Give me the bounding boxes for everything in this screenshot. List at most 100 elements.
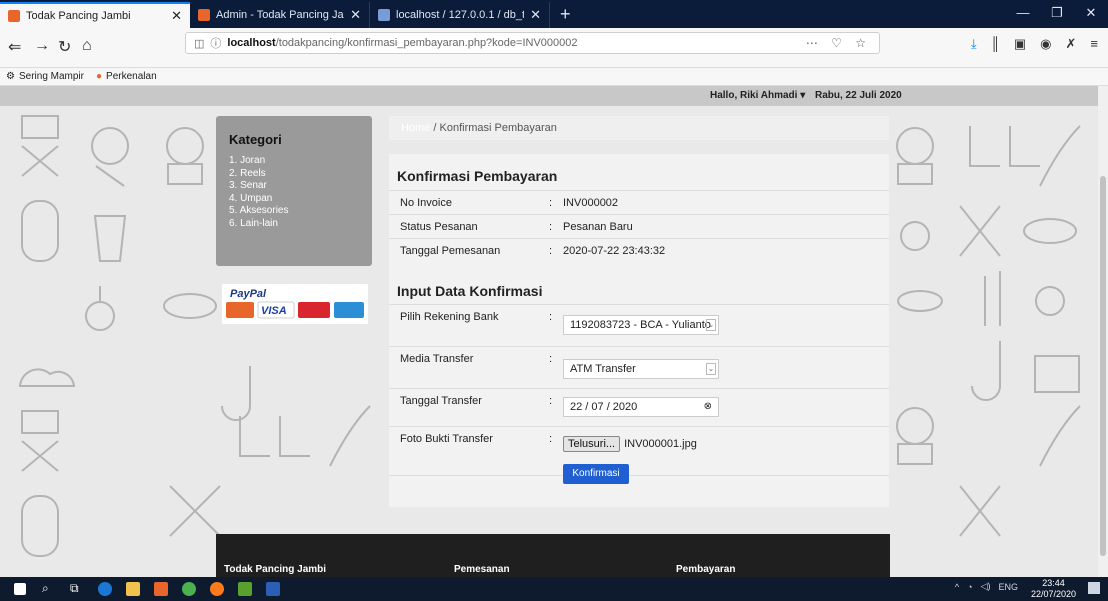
kategori-panel: Kategori 1. Joran 2. Reels 3. Senar 4. U… [216,116,372,266]
close-window-icon[interactable]: ✕ [1074,0,1108,28]
clock-date: 22/07/2020 [1030,589,1076,599]
search-icon[interactable]: ⌕ [42,581,56,595]
back-icon[interactable]: ⇐ [8,37,21,57]
browse-button[interactable]: Telusuri... [563,436,621,452]
account-icon[interactable]: ◉ [1040,36,1051,52]
invoice-value: INV000002 [563,197,619,209]
chrome-icon[interactable] [182,582,196,596]
kategori-item-senar[interactable]: 3. Senar [229,180,372,193]
konfirmasi-submit-button[interactable]: Konfirmasi [563,464,629,484]
footer-brand: Todak Pancing Jambi [224,564,327,575]
chevron-up-icon[interactable]: ^ [955,582,959,592]
network-icon[interactable]: ◔ [967,582,972,592]
gear-icon: ⚙ [6,71,15,82]
scrollbar-thumb[interactable] [1100,176,1106,556]
status-value: Pesanan Baru [563,221,633,233]
feather-icon [1039,405,1081,467]
row-separator: : [549,245,553,257]
url-path: /todakpancing/konfirmasi_pembayaran.php?… [275,37,578,49]
bobber-icon [900,221,930,251]
start-icon[interactable] [14,583,26,595]
kategori-title: Kategori [229,132,282,147]
user-greeting[interactable]: Hallo, Riki Ahmadi ▾ [710,90,805,101]
tab-phpmyadmin[interactable]: localhost / 127.0.0.1 / db_todak ✕ [370,2,550,28]
boots-icon [239,416,310,457]
kategori-item-joran[interactable]: 1. Joran [229,155,372,168]
language-indicator[interactable]: ENG [998,582,1018,592]
minimize-icon[interactable]: — [1006,0,1040,28]
chevron-down-icon: ⌄ [706,319,716,331]
footer-pemesanan: Pemesanan [454,564,510,575]
site-favicon-icon [198,9,210,21]
kategori-item-umpan[interactable]: 4. Umpan [229,193,372,206]
bookmark-label: Perkenalan [106,71,157,82]
breadcrumb-home[interactable]: Home [401,122,430,134]
payment-logos: PayPal VISA [222,284,368,324]
grill-icon [91,127,129,187]
foto-file-input[interactable]: Telusuri... INV000001.jpg [563,435,697,453]
download-icon[interactable]: ⤓ [971,36,977,52]
word-icon[interactable] [266,582,280,596]
close-icon[interactable]: ✕ [530,7,541,23]
clear-icon[interactable]: ⊗ [704,401,712,412]
bucket-icon [93,215,127,262]
app-icon[interactable] [154,582,168,596]
forward-icon[interactable]: → [34,37,50,55]
task-view-icon[interactable]: ⧉ [70,581,84,595]
fisherman-icon [166,127,204,185]
kategori-item-reels[interactable]: 2. Reels [229,168,372,181]
row-separator: : [549,221,553,233]
tab-admin[interactable]: Admin - Todak Pancing Jambi ✕ [190,2,370,28]
system-clock[interactable]: 23:44 22/07/2020 [1031,578,1076,600]
url-bar[interactable]: ◫ ⓘ localhost /todakpancing/konfirmasi_p… [185,32,880,54]
page-scrollbar[interactable] [1098,86,1108,577]
dreamweaver-icon[interactable] [238,582,252,596]
reload-icon[interactable]: ↻ [58,37,71,57]
rods-icon [169,485,221,537]
rekening-selected: 1192083723 - BCA - Yulianto [570,319,711,331]
menu-icon[interactable]: ≡ [1090,36,1098,52]
library-icon[interactable]: ║ [991,36,1000,52]
row-label: Status Pesanan [400,221,478,233]
kategori-item-lain-lain[interactable]: 6. Lain-lain [229,218,372,231]
volume-icon[interactable]: ◁) [981,581,991,592]
window-controls: — ❐ ✕ [1006,0,1108,28]
row-media-transfer: Media Transfer : ATM Transfer ⌄ [389,346,889,388]
clock-time: 23:44 [1042,578,1065,588]
chair-icon [21,115,59,177]
rekening-select[interactable]: 1192083723 - BCA - Yulianto ⌄ [563,315,719,335]
tab-todak-pancing[interactable]: Todak Pancing Jambi ✕ [0,2,190,28]
url-host: localhost [227,37,276,49]
sidebar-icon[interactable]: ▣ [1014,36,1026,52]
media-transfer-select[interactable]: ATM Transfer ⌄ [563,359,719,379]
firefox-icon: ● [96,71,103,82]
chair-icon [21,410,59,472]
bookmark-sering-mampir[interactable]: ⚙ Sering Mampir [6,71,84,82]
tanggal-transfer-value: 22 / 07 / 2020 [570,401,638,413]
row-separator: : [549,197,553,209]
close-icon[interactable]: ✕ [350,7,361,23]
home-icon[interactable]: ⌂ [82,37,92,55]
edge-icon[interactable] [98,582,112,596]
row-separator: : [549,433,553,445]
firefox-icon[interactable] [210,582,224,596]
kategori-item-aksesories[interactable]: 5. Aksesories [229,205,372,218]
notification-icon[interactable] [1088,582,1100,594]
tanggal-transfer-input[interactable]: 22 / 07 / 2020 ⊗ [563,397,719,417]
url-actions[interactable]: ⋯ ♡ ☆ [806,36,871,50]
svg-text:VISA: VISA [261,305,287,317]
restore-icon[interactable]: ❐ [1040,0,1074,28]
extension-icon[interactable]: ✗ [1066,36,1077,52]
tab-strip: Todak Pancing Jambi ✕ Admin - Todak Panc… [0,0,1108,28]
toolbar-icons: ⤓ ║ ▣ ◉ ✗ ≡ [971,36,1098,52]
hook-icon [221,366,251,421]
file-explorer-icon[interactable] [126,582,140,596]
row-tanggal-transfer: Tanggal Transfer : 22 / 07 / 2020 ⊗ [389,388,889,426]
fish-icon [897,290,943,312]
fish-icon [163,293,217,319]
new-tab-button[interactable]: + [550,2,581,28]
close-icon[interactable]: ✕ [171,8,182,24]
bookmark-perkenalan[interactable]: ● Perkenalan [96,71,157,82]
rods-icon [959,205,1001,257]
svg-text:PayPal: PayPal [230,288,267,300]
